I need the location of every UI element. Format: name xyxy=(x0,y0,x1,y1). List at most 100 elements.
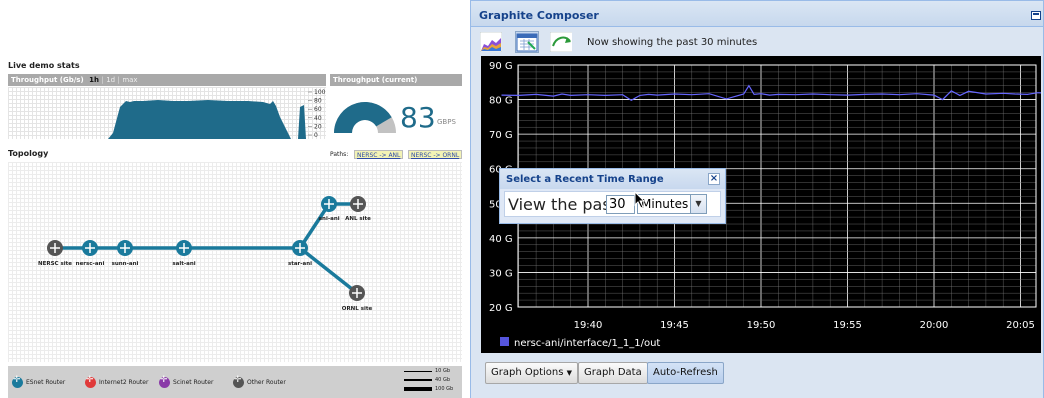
router-node[interactable]: NERSC site xyxy=(38,240,72,267)
tp-tick-label: 60 xyxy=(314,106,322,113)
graph-options-label: Graph Options xyxy=(491,367,564,378)
tp-tick-label: 20 xyxy=(314,123,322,130)
topology-title: Topology xyxy=(8,149,49,158)
topology-svg: NERSC site nersc-ani sunn-ani salt-ani star-… xyxy=(38,196,373,312)
composer-title-bar: Graphite Composer xyxy=(471,1,1043,27)
gauge-unit: GBPS xyxy=(437,118,456,126)
router-label: ANL site xyxy=(345,216,371,222)
router-label: sunn-ani xyxy=(112,261,139,267)
gauge-value: 83 xyxy=(400,101,436,134)
scinet-router-icon xyxy=(159,375,170,388)
dropdown-arrow-icon: ▼ xyxy=(566,369,573,377)
router-node[interactable]: nersc-ani xyxy=(76,240,105,267)
capacity-10gb-label: 10 Gb xyxy=(435,368,450,374)
x-tick-label: 20:00 xyxy=(920,320,949,331)
router-node[interactable]: sunn-ani xyxy=(112,240,139,267)
router-label: ORNL site xyxy=(342,306,373,312)
range-1h[interactable]: 1h xyxy=(89,76,99,84)
composer-title: Graphite Composer xyxy=(479,9,599,22)
y-tick-label: 70 G xyxy=(489,130,513,141)
showing-status: Now showing the past 30 minutes xyxy=(587,37,758,48)
y-tick-label: 40 G xyxy=(489,234,513,245)
gauge-svg xyxy=(334,102,396,133)
tp-tick-label: 40 xyxy=(314,115,322,122)
throughput-tail-area xyxy=(298,105,306,139)
x-tick-label: 20:05 xyxy=(1006,320,1035,331)
time-range-button[interactable] xyxy=(515,31,539,53)
y-tick-label: 20 G xyxy=(489,303,513,314)
tp-tick-label: 80 xyxy=(314,98,322,105)
refresh-icon xyxy=(550,32,572,52)
topology-links xyxy=(55,202,359,295)
capacity-10gb: 10 Gb xyxy=(404,368,450,374)
range-max[interactable]: max xyxy=(122,76,137,84)
path-nersc-anl[interactable]: NERSC -> ANL xyxy=(354,150,404,159)
composer-bottom-bar: Graph Options ▼ Graph Data Auto-Refresh xyxy=(471,354,1043,398)
router-node[interactable]: salt-ani xyxy=(172,240,196,267)
legend-scinet-label: Scinet Router xyxy=(173,379,214,386)
close-icon[interactable]: × xyxy=(708,173,720,185)
graph-options-button[interactable]: Graph Options ▼ xyxy=(485,362,579,384)
router-label: star-ani xyxy=(288,261,312,267)
chevron-down-icon[interactable]: ▼ xyxy=(690,195,706,213)
router-label: ani-ani xyxy=(318,216,339,222)
capacity-line-thick xyxy=(404,387,432,391)
router-node[interactable]: ANL site xyxy=(345,196,371,222)
legend-other: Other Router xyxy=(233,375,286,388)
other-router-icon xyxy=(233,375,244,388)
live-demo-panel: Live demo stats Throughput (Gb/s) 1h | 1… xyxy=(0,0,466,398)
throughput-area xyxy=(108,100,291,139)
current-throughput-gauge: 83 GBPS xyxy=(330,87,462,139)
paths-label: Paths: xyxy=(330,151,349,158)
area-chart-icon xyxy=(480,32,502,52)
dialog-body: View the past Minutes ▼ xyxy=(504,191,721,217)
range-1d[interactable]: 1d xyxy=(106,76,115,84)
router-node[interactable]: ORNL site xyxy=(342,285,373,312)
live-demo-title: Live demo stats xyxy=(8,61,80,70)
capacity-line-medium xyxy=(404,379,432,381)
view-past-label: View the past xyxy=(508,195,617,214)
throughput-chart: 100 80 60 40 20 0 xyxy=(8,87,326,139)
router-label: salt-ani xyxy=(172,261,195,267)
topology-legend: ESnet Router Internet2 Router Scinet Rou… xyxy=(8,366,462,398)
legend-other-label: Other Router xyxy=(247,379,286,386)
range-unit-select[interactable]: Minutes ▼ xyxy=(637,194,707,214)
range-quantity-input[interactable] xyxy=(606,195,635,214)
time-range-dialog: Select a Recent Time Range × View the pa… xyxy=(499,168,726,224)
graph-x-ticks: 19:40 19:45 19:50 19:55 20:00 20:05 xyxy=(574,320,1035,331)
x-tick-label: 19:55 xyxy=(833,320,862,331)
legend-scinet: Scinet Router xyxy=(159,375,214,388)
throughput-header: Throughput (Gb/s) 1h | 1d | max xyxy=(8,74,326,86)
graph-data-button[interactable]: Graph Data xyxy=(578,362,648,384)
path-nersc-ornl[interactable]: NERSC -> ORNL xyxy=(408,150,463,159)
y-tick-label: 90 G xyxy=(489,61,513,72)
legend-internet2-label: Internet2 Router xyxy=(99,379,149,386)
x-tick-label: 19:45 xyxy=(660,320,689,331)
x-tick-label: 19:50 xyxy=(747,320,776,331)
capacity-100gb-label: 100 Gb xyxy=(435,386,454,392)
router-node[interactable]: ani-ani xyxy=(318,196,340,222)
capacity-40gb-label: 40 Gb xyxy=(435,377,450,383)
legend-swatch xyxy=(500,337,509,346)
router-label: nersc-ani xyxy=(76,261,105,267)
dialog-title-bar[interactable]: Select a Recent Time Range × xyxy=(500,169,725,189)
throughput-area-svg: 100 8060 4020 0 xyxy=(108,89,326,139)
x-tick-label: 19:40 xyxy=(574,320,603,331)
refresh-button[interactable] xyxy=(549,31,573,53)
range-unit-value: Minutes xyxy=(641,197,689,211)
calendar-icon xyxy=(516,33,538,52)
capacity-100gb: 100 Gb xyxy=(404,386,453,392)
current-header: Throughput (current) xyxy=(330,74,462,86)
legend-internet2: Internet2 Router xyxy=(85,375,149,388)
y-tick-label: 30 G xyxy=(489,268,513,279)
capacity-line-thin xyxy=(404,370,432,372)
auto-refresh-button[interactable]: Auto-Refresh xyxy=(647,362,724,384)
internet2-router-icon xyxy=(85,375,96,388)
throughput-header-label: Throughput (Gb/s) xyxy=(11,76,84,84)
topology-link xyxy=(298,246,359,295)
graph-type-button[interactable] xyxy=(479,31,503,53)
tp-tick-label: 100 xyxy=(314,89,326,96)
collapse-icon[interactable] xyxy=(1031,11,1041,20)
esnet-router-icon xyxy=(12,375,23,388)
dialog-title: Select a Recent Time Range xyxy=(506,174,664,185)
